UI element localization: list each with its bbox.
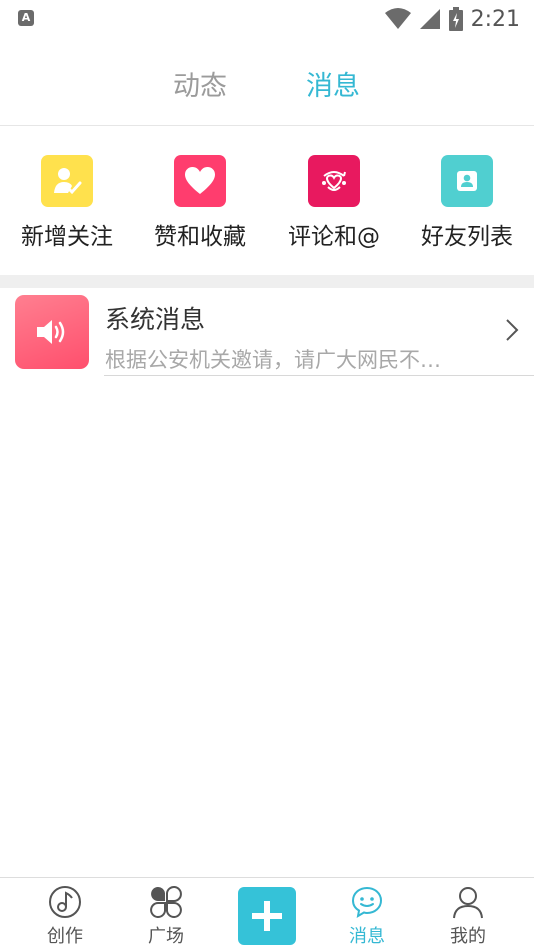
music-disc-icon bbox=[49, 886, 81, 918]
tab-messages[interactable]: 消息 bbox=[306, 64, 360, 103]
row-divider bbox=[104, 375, 534, 376]
quick-new-followers[interactable]: 新增关注 bbox=[7, 155, 127, 251]
nav-messages[interactable]: 消息 bbox=[327, 884, 407, 948]
signal-icon bbox=[419, 9, 440, 29]
speaker-icon bbox=[15, 295, 89, 369]
nav-messages-label: 消息 bbox=[349, 926, 385, 947]
quick-new-followers-label: 新增关注 bbox=[21, 224, 113, 250]
friend-list-icon bbox=[441, 155, 493, 207]
tab-dynamic[interactable]: 动态 bbox=[173, 64, 227, 103]
clock: 2:21 bbox=[470, 6, 520, 32]
message-preview: 根据公安机关邀请，请广大网民不… bbox=[105, 348, 441, 372]
nav-square-label: 广场 bbox=[148, 926, 184, 947]
status-bar: A 2:21 bbox=[0, 0, 534, 38]
quick-actions: 新增关注 赞和收藏 评论和@ 好友列表 bbox=[0, 127, 534, 275]
quick-friend-list[interactable]: 好友列表 bbox=[407, 155, 527, 251]
list-item-system-message[interactable]: 系统消息 根据公安机关邀请，请广大网民不… bbox=[0, 288, 534, 380]
wifi-icon bbox=[384, 8, 411, 29]
quick-likes-favorites[interactable]: 赞和收藏 bbox=[140, 155, 260, 251]
bottom-nav: 创作 广场 消息 我的 bbox=[0, 877, 534, 950]
nav-me[interactable]: 我的 bbox=[428, 884, 508, 948]
notification-app-icon: A bbox=[18, 10, 34, 26]
nav-square[interactable]: 广场 bbox=[126, 884, 206, 948]
nav-create[interactable]: 创作 bbox=[25, 884, 105, 948]
chevron-right-icon bbox=[506, 319, 519, 341]
quick-comments-mentions[interactable]: 评论和@ bbox=[274, 155, 394, 251]
message-title: 系统消息 bbox=[105, 305, 206, 334]
new-follower-icon bbox=[41, 155, 93, 207]
quick-comments-mentions-label: 评论和@ bbox=[288, 224, 380, 250]
nav-me-label: 我的 bbox=[450, 926, 486, 947]
add-icon bbox=[252, 901, 282, 931]
section-divider bbox=[0, 275, 534, 288]
quick-likes-favorites-label: 赞和收藏 bbox=[154, 224, 246, 250]
chat-smile-icon bbox=[351, 886, 383, 918]
quick-friend-list-label: 好友列表 bbox=[421, 224, 513, 250]
clover-icon bbox=[150, 886, 182, 918]
add-button[interactable] bbox=[238, 887, 296, 945]
nav-create-label: 创作 bbox=[47, 926, 83, 947]
heart-icon bbox=[174, 155, 226, 207]
top-tab-bar: 动态 消息 bbox=[0, 38, 534, 126]
status-icons: 2:21 bbox=[384, 5, 520, 33]
battery-charging-icon bbox=[448, 7, 463, 31]
comment-icon bbox=[308, 155, 360, 207]
user-icon bbox=[453, 887, 483, 919]
